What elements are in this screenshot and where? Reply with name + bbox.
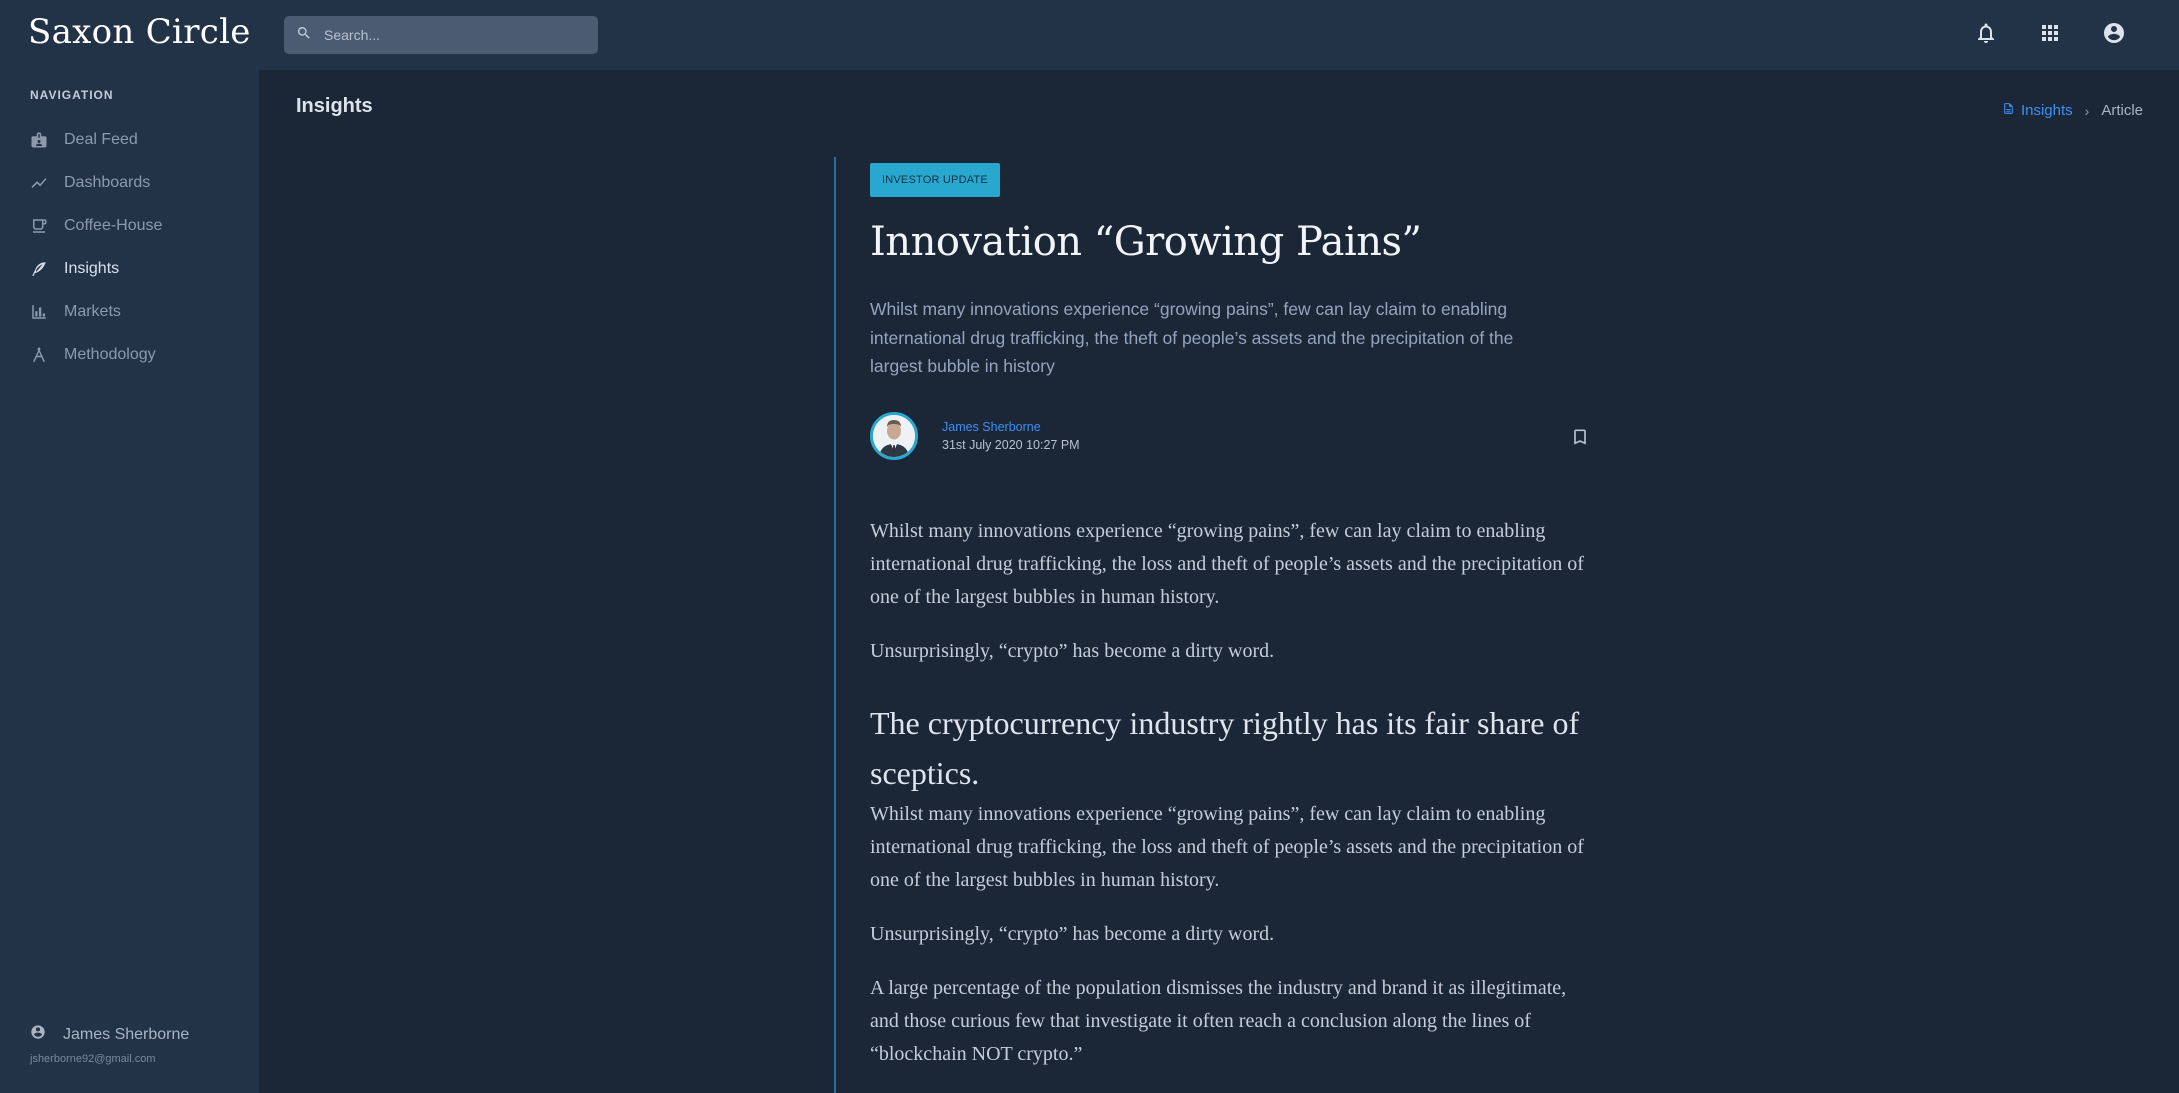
bar-chart-icon	[30, 303, 48, 321]
sidebar-item-label: Insights	[64, 259, 120, 277]
feather-icon	[30, 260, 48, 278]
sidebar-item-dashboards[interactable]: Dashboards	[0, 161, 259, 204]
user-email: jsherborne92@gmail.com	[30, 1053, 156, 1065]
category-badge[interactable]: INVESTOR UPDATE	[870, 163, 1000, 197]
breadcrumb-current: Article	[2101, 102, 2143, 119]
sidebar-item-methodology[interactable]: Methodology	[0, 333, 259, 376]
sidebar-item-label: Deal Feed	[64, 130, 138, 148]
trend-line-icon	[30, 174, 48, 192]
user-name: James Sherborne	[63, 1025, 190, 1043]
section-heading: The cryptocurrency industry rightly has …	[870, 704, 1580, 791]
paragraph: Whilst many innovations experience “grow…	[870, 519, 1584, 608]
author-row: James Sherborne 31st July 2020 10:27 PM	[870, 411, 1590, 460]
nav-heading: NAVIGATION	[30, 88, 114, 102]
article: INVESTOR UPDATE Innovation “Growing Pain…	[870, 163, 1590, 1092]
author-meta: James Sherborne 31st July 2020 10:27 PM	[942, 420, 1080, 452]
article-divider	[834, 157, 836, 1093]
app-logo[interactable]: Saxon Circle	[28, 12, 251, 52]
paragraph: Whilst many innovations experience “grow…	[870, 802, 1584, 891]
account-circle-icon	[30, 1024, 63, 1045]
compass-icon	[30, 346, 48, 364]
sidebar-item-coffee-house[interactable]: Coffee-House	[0, 204, 259, 247]
coffee-cup-icon	[30, 217, 48, 235]
publish-date: 31st July 2020 10:27 PM	[942, 437, 1080, 452]
account-circle-icon[interactable]	[2101, 20, 2127, 46]
article-title: Innovation “Growing Pains”	[870, 219, 1422, 265]
paragraph: Unsurprisingly, “crypto” has become a di…	[870, 922, 1275, 945]
search-input[interactable]	[322, 26, 586, 44]
sidebar-item-label: Markets	[64, 302, 121, 320]
sidebar-item-label: Dashboards	[64, 173, 151, 191]
paragraph: Unsurprisingly, “crypto” has become a di…	[870, 639, 1275, 662]
nav-list: Deal Feed Dashboards Coffee-House Insigh…	[0, 118, 259, 376]
article-subtitle: Whilst many innovations experience “grow…	[870, 299, 1514, 376]
sidebar-item-label: Methodology	[64, 345, 156, 363]
sidebar-item-insights[interactable]: Insights	[0, 247, 259, 290]
page-title: Insights	[296, 95, 373, 117]
badge-icon	[30, 131, 48, 149]
paragraph: A large percentage of the population dis…	[870, 976, 1567, 1065]
document-icon	[2002, 102, 2021, 119]
breadcrumb-link-insights[interactable]: Insights	[2021, 102, 2073, 119]
apps-grid-icon[interactable]	[2037, 20, 2063, 46]
author-name[interactable]: James Sherborne	[942, 420, 1080, 434]
bookmark-icon[interactable]	[1570, 426, 1590, 448]
search-icon	[284, 25, 322, 46]
sidebar-item-deal-feed[interactable]: Deal Feed	[0, 118, 259, 161]
bell-icon[interactable]	[1973, 20, 1999, 46]
search-box[interactable]	[284, 16, 598, 54]
sidebar-item-markets[interactable]: Markets	[0, 290, 259, 333]
avatar[interactable]	[870, 411, 918, 460]
sidebar-user[interactable]: James Sherborne jsherborne92@gmail.com	[30, 1024, 189, 1065]
breadcrumb: Insights › Article	[2002, 102, 2143, 119]
article-body: Whilst many innovations experience “grow…	[870, 515, 1590, 1071]
sidebar-item-label: Coffee-House	[64, 216, 163, 234]
sidebar: Saxon Circle NAVIGATION Deal Feed Dashbo…	[0, 0, 259, 1093]
top-icons	[1935, 20, 2127, 46]
top-bar	[259, 0, 2179, 70]
chevron-right-icon: ›	[2084, 102, 2090, 119]
